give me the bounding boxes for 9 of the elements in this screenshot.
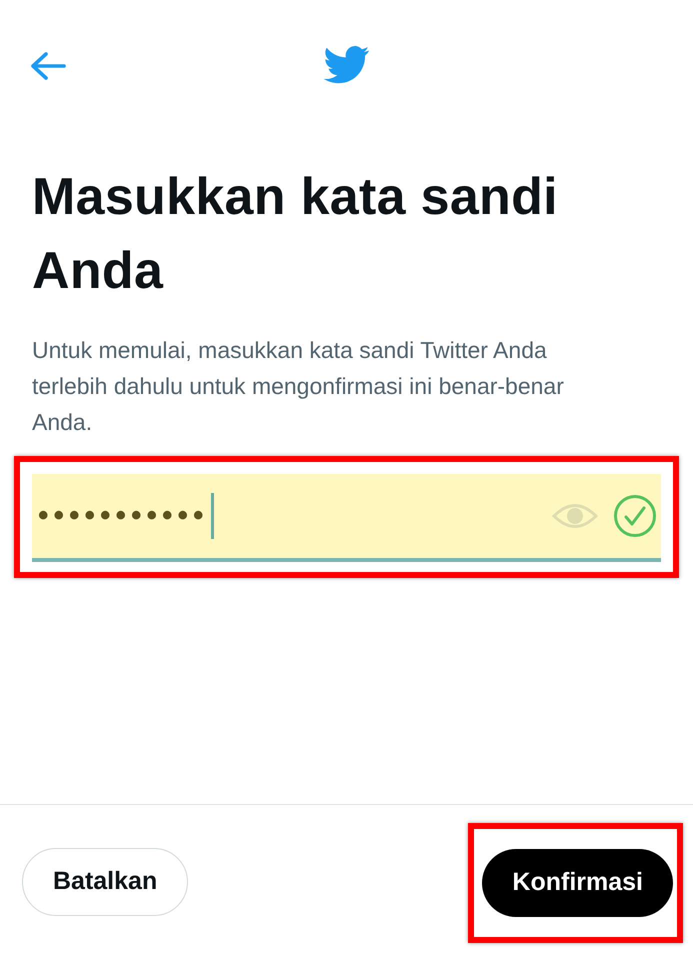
password-field[interactable]: ••••••••••• xyxy=(32,474,661,562)
confirm-button[interactable]: Konfirmasi xyxy=(482,848,673,916)
password-dots: ••••••••••• xyxy=(38,499,209,533)
page-title: Masukkan kata sandi Anda xyxy=(32,167,559,302)
back-arrow-icon[interactable] xyxy=(30,51,66,81)
description-text: Untuk memulai, masukkan kata sandi Twitter Anda terlebih dahulu untuk mengonfirmasi ini benar-benar Anda. xyxy=(32,336,565,437)
cancel-button[interactable]: Batalkan xyxy=(22,848,188,916)
text-cursor xyxy=(210,493,214,539)
bird-logo-icon xyxy=(324,46,370,84)
